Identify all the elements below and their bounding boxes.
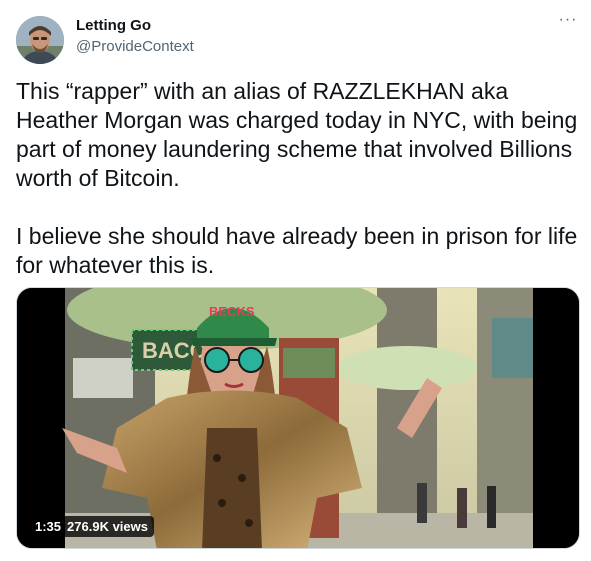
video-stats-badge: 1:35 276.9K views xyxy=(29,516,154,537)
tweet-paragraph: I believe she should have already been i… xyxy=(16,223,578,278)
author-avatar[interactable] xyxy=(16,16,64,64)
cap-text: BECKS xyxy=(209,304,255,319)
more-options-icon[interactable]: ··· xyxy=(556,12,580,35)
avatar-photo-icon xyxy=(16,16,64,64)
tweet-paragraph: This “rapper” with an alias of RAZZLEKHA… xyxy=(16,78,578,191)
video-views: 276.9K views xyxy=(67,519,148,534)
video-player[interactable]: BACON BECKS 1:35 276.9K views xyxy=(16,287,580,549)
author-display-name[interactable]: Letting Go xyxy=(76,17,151,34)
author-handle[interactable]: @ProvideContext xyxy=(76,38,194,55)
video-thumbnail: BACON BECKS xyxy=(17,288,579,548)
video-duration: 1:35 xyxy=(35,519,62,534)
tweet-text: This “rapper” with an alias of RAZZLEKHA… xyxy=(16,77,578,280)
